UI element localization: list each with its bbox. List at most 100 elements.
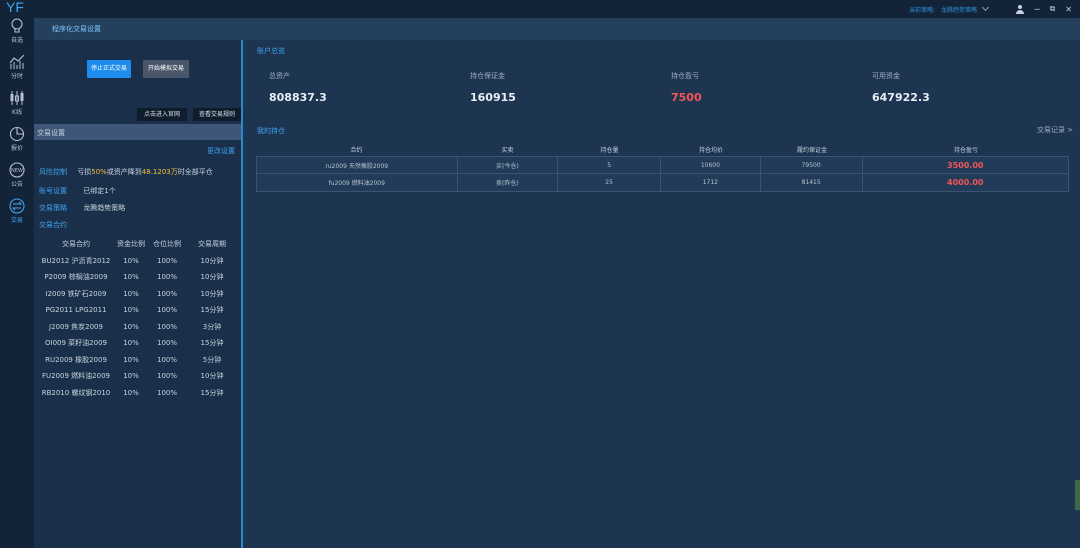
svg-text:NEW: NEW [11,168,23,174]
position-margin: 79500 [761,157,863,173]
section-title: 交易设置 [37,129,65,137]
table-row[interactable]: RB2010 螺纹钢2010 10% 100% 15分钟 [38,385,238,402]
contract-name: OI009 菜籽油2009 [45,339,107,348]
window-controls: ─ ⧉ ✕ [1016,4,1072,14]
risk-text-mid: 或资产降到 [106,168,142,176]
contract-name: I2009 铁矿石2009 [45,289,107,298]
overview-title: 账户总览 [257,47,285,55]
position-contract: fu2009 燃料油2009 [257,174,458,191]
close-icon[interactable]: ✕ [1065,5,1072,14]
position-ratio: 100% [156,306,177,315]
nav-label: K线 [12,109,22,116]
risk-control-row: 风险控制 亏损50%或资产降到48.1203万时全部平仓 [39,167,213,177]
position-ratio: 100% [156,388,177,397]
stat-label-margin: 持仓保证金 [470,72,505,80]
nav-label: 公告 [10,181,23,188]
scrollbar-handle[interactable] [1075,480,1080,510]
minimize-icon[interactable]: ─ [1035,5,1040,14]
position-avg-price: 1712 [661,174,761,191]
risk-amount: 48.1203万 [141,168,178,176]
trade-period: 3分钟 [202,322,222,331]
edit-settings-link[interactable]: 更改设置 [207,146,235,156]
account-label: 账号设置 [39,187,67,195]
position-pnl: 3500.00 [947,160,984,170]
table-row[interactable]: OI009 菜籽油2009 10% 100% 15分钟 [38,335,238,352]
fund-ratio: 10% [123,289,139,298]
window-title-bar: 程序化交易设置 [34,18,1080,40]
stat-label-pnl: 持仓盈亏 [671,72,699,80]
fund-ratio: 10% [123,322,139,331]
pie-chart-icon [9,126,25,142]
table-row[interactable]: ru2009 天然橡胶2009 买(今仓) 5 10600 79500 3500… [257,157,1068,174]
app-logo: YF [6,0,24,15]
position-qty: 5 [558,157,661,173]
restore-icon[interactable]: ⧉ [1050,4,1056,14]
contract-name: RU2009 橡胶2009 [45,355,107,364]
trade-period: 5分钟 [202,355,222,364]
nav-item-watchlist[interactable]: 自选 [0,18,34,50]
fund-ratio: 10% [123,388,139,397]
trade-period: 10分钟 [200,289,224,298]
risk-text-pre: 亏损 [77,168,92,176]
trade-period: 10分钟 [200,372,224,381]
col-header: 持仓均价 [698,147,723,154]
trade-records-link[interactable]: 交易记录 > [1037,125,1073,135]
nav-item-kline[interactable]: K线 [0,90,34,122]
table-header: 合约 买卖 持仓量 持仓均价 履约保证金 持仓盈亏 [256,143,1069,156]
table-body: ru2009 天然橡胶2009 买(今仓) 5 10600 79500 3500… [256,156,1069,192]
contracts-label: 交易合约 [39,221,67,229]
position-ratio: 100% [156,322,177,331]
trade-period: 15分钟 [200,339,224,348]
fund-ratio: 10% [123,339,139,348]
risk-control-label: 风险控制 [39,168,67,176]
stat-value-margin: 160915 [470,91,516,104]
lightbulb-icon [11,18,23,33]
table-row[interactable]: RU2009 橡胶2009 10% 100% 5分钟 [38,352,238,369]
position-ratio: 100% [156,256,177,265]
trade-period: 15分钟 [200,306,224,315]
table-row[interactable]: P2009 棕榈油2009 10% 100% 10分钟 [38,269,238,286]
chevron-down-icon[interactable] [982,3,990,12]
strategy-row: 交易策略 龙腾趋势策略 [39,203,125,213]
col-header: 持仓盈亏 [953,147,978,154]
col-header: 仓位比例 [153,240,181,249]
table-row[interactable]: fu2009 燃料油2009 卖(昨仓) 25 1712 81415 4000.… [257,174,1068,191]
stop-live-trading-button[interactable]: 停止正式交易 [87,60,131,78]
position-side: 卖(昨仓) [458,174,559,191]
trading-rules-button[interactable]: 查看交易规则 [193,108,241,121]
stat-value-pnl: 7500 [671,91,702,104]
strategy-label: 交易策略 [39,204,67,212]
position-ratio: 100% [156,273,177,282]
position-qty: 25 [558,174,661,191]
position-avg-price: 10600 [661,157,761,173]
col-header: 交易合约 [62,240,90,249]
exchange-icon [9,198,25,214]
fund-ratio: 10% [123,256,139,265]
position-contract: ru2009 天然橡胶2009 [257,157,458,173]
trade-period: 10分钟 [200,273,224,282]
stat-value-total-assets: 808837.3 [269,91,327,104]
official-site-button[interactable]: 点击进入官网 [137,108,187,121]
current-strategy[interactable]: 当前策略: 龙腾趋势策略 [909,3,990,14]
table-row[interactable]: PG2011 LPG2011 10% 100% 15分钟 [38,302,238,319]
table-row[interactable]: FU2009 燃料油2009 10% 100% 10分钟 [38,368,238,385]
col-header: 买卖 [501,147,514,154]
table-row[interactable]: BU2012 沪沥青2012 10% 100% 10分钟 [38,253,238,270]
nav-item-notice[interactable]: NEW 公告 [0,162,34,194]
table-header: 交易合约 资金比例 仓位比例 交易周期 [38,236,238,253]
position-ratio: 100% [156,372,177,381]
side-nav: 自选 分时 K线 报价 NEW 公告 交易 [0,18,34,548]
positions-title: 我的持仓 [257,127,285,135]
contract-name: J2009 焦炭2009 [49,322,103,331]
start-sim-trading-button[interactable]: 开始模拟交易 [143,60,189,78]
nav-item-timeshare[interactable]: 分时 [0,54,34,86]
nav-item-quote[interactable]: 报价 [0,126,34,158]
position-side: 买(今仓) [458,157,559,173]
contract-name: PG2011 LPG2011 [45,306,107,315]
col-header: 持仓量 [600,147,619,154]
nav-item-trade[interactable]: 交易 [0,198,34,230]
table-row[interactable]: J2009 焦炭2009 10% 100% 3分钟 [38,319,238,336]
nav-label: 分时 [10,73,23,80]
table-row[interactable]: I2009 铁矿石2009 10% 100% 10分钟 [38,286,238,303]
user-icon[interactable] [1016,4,1025,14]
